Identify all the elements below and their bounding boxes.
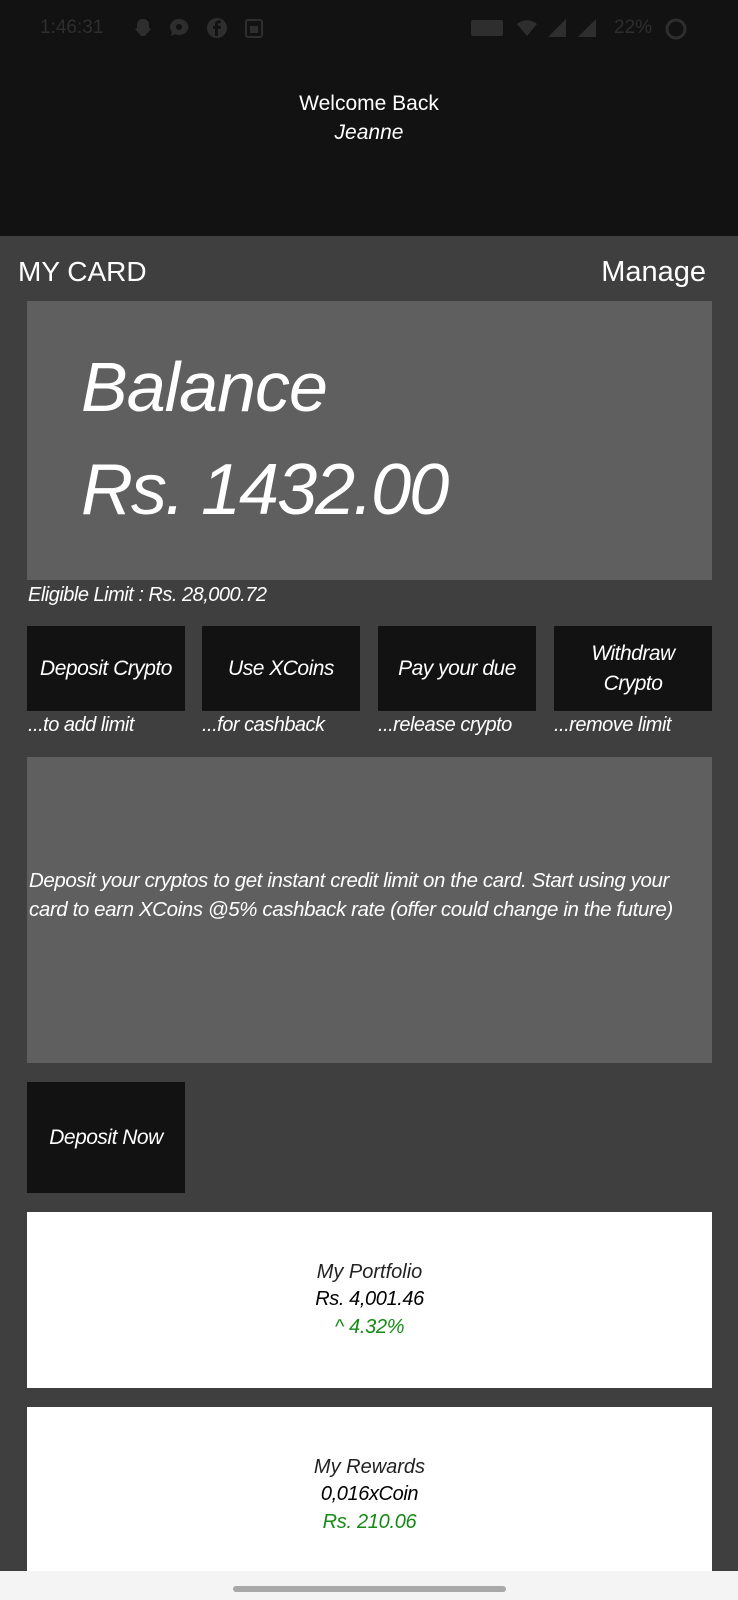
home-gesture-handle[interactable] [233, 1586, 506, 1592]
calendar-icon [243, 17, 265, 39]
rewards-value: 0,016xCoin [320, 1483, 419, 1505]
action-subtext: ...remove limit [554, 714, 671, 736]
welcome-text: Welcome Back [299, 92, 439, 115]
facebook-icon [206, 17, 228, 39]
action-label: Use XCoins [228, 656, 334, 680]
withdraw-crypto-button[interactable]: Withdraw Crypto [554, 626, 712, 711]
manage-button[interactable]: Manage [601, 256, 706, 289]
info-card: Deposit your cryptos to get instant cred… [27, 757, 712, 1063]
section-title: MY CARD [18, 256, 147, 287]
info-text: Deposit your cryptos to get instant cred… [29, 869, 673, 921]
portfolio-value: Rs. 4,001.46 [315, 1288, 424, 1310]
portfolio-card[interactable]: My Portfolio Rs. 4,001.46 ^ 4.32% [27, 1212, 712, 1388]
signal-icon [576, 17, 598, 39]
deposit-now-button[interactable]: Deposit Now [27, 1082, 185, 1193]
header: 1:46:31 22% Welcome Back Jeanne [0, 0, 738, 236]
user-name: Jeanne [334, 121, 404, 144]
action-subtext: ...to add limit [28, 714, 134, 736]
navigation-bar [0, 1571, 738, 1600]
action-label: Withdraw Crypto [591, 641, 675, 695]
balance-value: Rs. 1432.00 [81, 450, 449, 530]
portfolio-change: ^ 4.32% [334, 1316, 405, 1338]
wifi-icon [516, 17, 538, 39]
battery-percent: 22% [614, 17, 653, 38]
signal-icon [546, 17, 568, 39]
battery-icon [664, 17, 687, 40]
deposit-crypto-button[interactable]: Deposit Crypto [27, 626, 185, 711]
rewards-worth: Rs. 210.06 [322, 1511, 417, 1533]
rewards-card[interactable]: My Rewards 0,016xCoin Rs. 210.06 [27, 1407, 712, 1583]
action-label: Deposit Crypto [40, 656, 172, 680]
balance-card: Balance Rs. 1432.00 [27, 301, 712, 580]
status-bar: 1:46:31 22% [0, 0, 738, 60]
chat-icon [168, 17, 190, 39]
status-time: 1:46:31 [40, 17, 104, 38]
use-xcoins-button[interactable]: Use XCoins [202, 626, 360, 711]
rewards-title: My Rewards [313, 1456, 426, 1478]
snapchat-icon [132, 17, 154, 39]
action-label: Pay your due [398, 656, 516, 680]
portfolio-title: My Portfolio [316, 1261, 423, 1283]
balance-label: Balance [81, 348, 328, 426]
action-subtext: ...for cashback [202, 714, 325, 736]
pay-due-button[interactable]: Pay your due [378, 626, 536, 711]
volte-icon [470, 17, 504, 39]
eligible-limit: Eligible Limit : Rs. 28,000.72 [28, 584, 267, 606]
action-subtext: ...release crypto [378, 714, 512, 736]
